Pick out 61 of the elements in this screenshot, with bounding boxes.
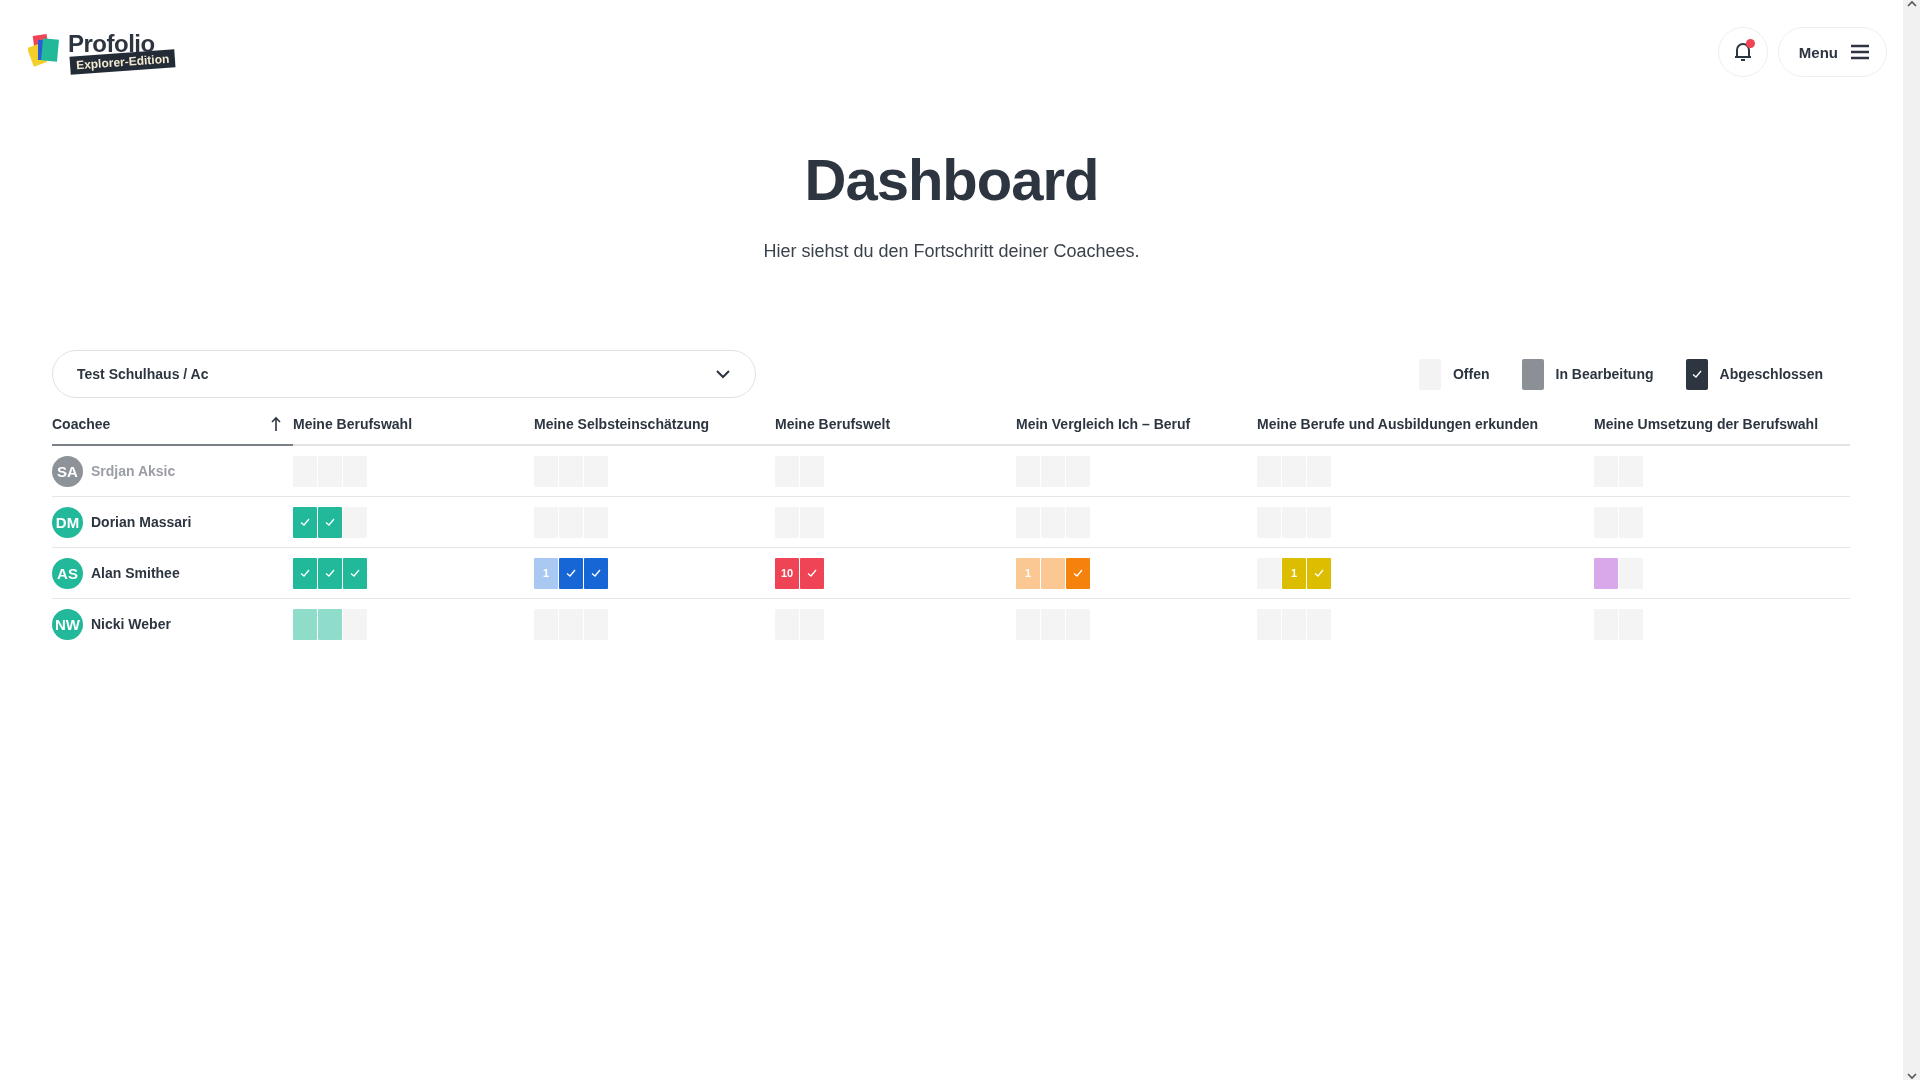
progress-tile[interactable] xyxy=(1257,557,1281,589)
check-icon xyxy=(1072,567,1084,579)
check-icon xyxy=(299,516,311,528)
column-header: Meine Selbsteinschätzung xyxy=(534,416,710,432)
legend-label: Offen xyxy=(1452,366,1490,382)
page-title: Dashboard xyxy=(803,146,1100,213)
menu-button[interactable]: Menu xyxy=(1777,27,1887,77)
coachee-name[interactable]: Nicki Weber xyxy=(91,616,171,632)
scroll-up-icon[interactable] xyxy=(1906,0,1917,8)
column-header[interactable]: Coachee xyxy=(52,416,111,432)
avatar: DM xyxy=(52,506,83,538)
coachee-name[interactable]: Alan Smithee xyxy=(91,565,180,581)
logo-icon xyxy=(28,33,62,69)
scroll-down-icon[interactable] xyxy=(1906,1072,1917,1080)
column-header: Meine Berufe und Ausbildungen erkunden xyxy=(1257,416,1539,432)
check-icon xyxy=(565,567,577,579)
progress-tile[interactable] xyxy=(1041,557,1065,589)
legend-label: In Bearbeitung xyxy=(1555,366,1654,382)
chevron-icon xyxy=(715,369,731,379)
legend-swatch xyxy=(1521,358,1544,390)
page-subtitle: Hier siehst du den Fortschritt deiner Coachees. xyxy=(762,241,1141,262)
check-icon xyxy=(349,567,361,579)
progress-tile[interactable] xyxy=(293,608,317,640)
progress-tile[interactable] xyxy=(318,506,342,538)
progress-tile[interactable] xyxy=(318,557,342,589)
column-header: Meine Umsetzung der Berufswahl xyxy=(1594,416,1819,432)
progress-tile[interactable] xyxy=(318,608,342,640)
progress-tile[interactable] xyxy=(1307,557,1331,589)
progress-tile[interactable] xyxy=(1066,557,1090,589)
check-icon xyxy=(324,567,336,579)
progress-tile[interactable] xyxy=(343,506,367,538)
check-icon xyxy=(299,567,311,579)
progress-tile[interactable] xyxy=(343,557,367,589)
avatar: AS xyxy=(52,557,83,589)
class-dropdown[interactable]: Test Schulhaus / Ac xyxy=(52,350,756,398)
check-icon xyxy=(324,516,336,528)
sort-arrow-icon[interactable] xyxy=(271,416,281,432)
progress-tile[interactable]: 10 xyxy=(775,557,799,589)
column-header: Meine Berufswahl xyxy=(293,416,413,432)
check-icon xyxy=(1690,368,1703,380)
scrollbar[interactable] xyxy=(1903,0,1920,1080)
column-header: Mein Vergleich Ich – Beruf xyxy=(1016,416,1191,432)
coachee-name[interactable]: Dorian Massari xyxy=(91,514,192,530)
progress-tile[interactable] xyxy=(343,608,367,640)
legend-label: Abgeschlossen xyxy=(1719,366,1823,382)
check-icon xyxy=(1313,567,1325,579)
progress-tile[interactable] xyxy=(293,557,317,589)
progress-tile[interactable] xyxy=(1594,557,1618,589)
progress-tile[interactable] xyxy=(1619,557,1643,589)
notification-button[interactable] xyxy=(1717,27,1768,77)
progress-tile[interactable] xyxy=(800,557,824,589)
progress-tile[interactable] xyxy=(293,506,317,538)
menu-icon xyxy=(1850,44,1870,60)
check-icon xyxy=(590,567,602,579)
progress-tile[interactable] xyxy=(559,557,583,589)
progress-tile[interactable] xyxy=(584,557,608,589)
avatar: SA xyxy=(52,455,83,487)
bell-icon xyxy=(1732,41,1753,63)
check-icon xyxy=(806,567,818,579)
avatar: NW xyxy=(52,608,83,640)
column-header: Meine Berufswelt xyxy=(775,416,891,432)
